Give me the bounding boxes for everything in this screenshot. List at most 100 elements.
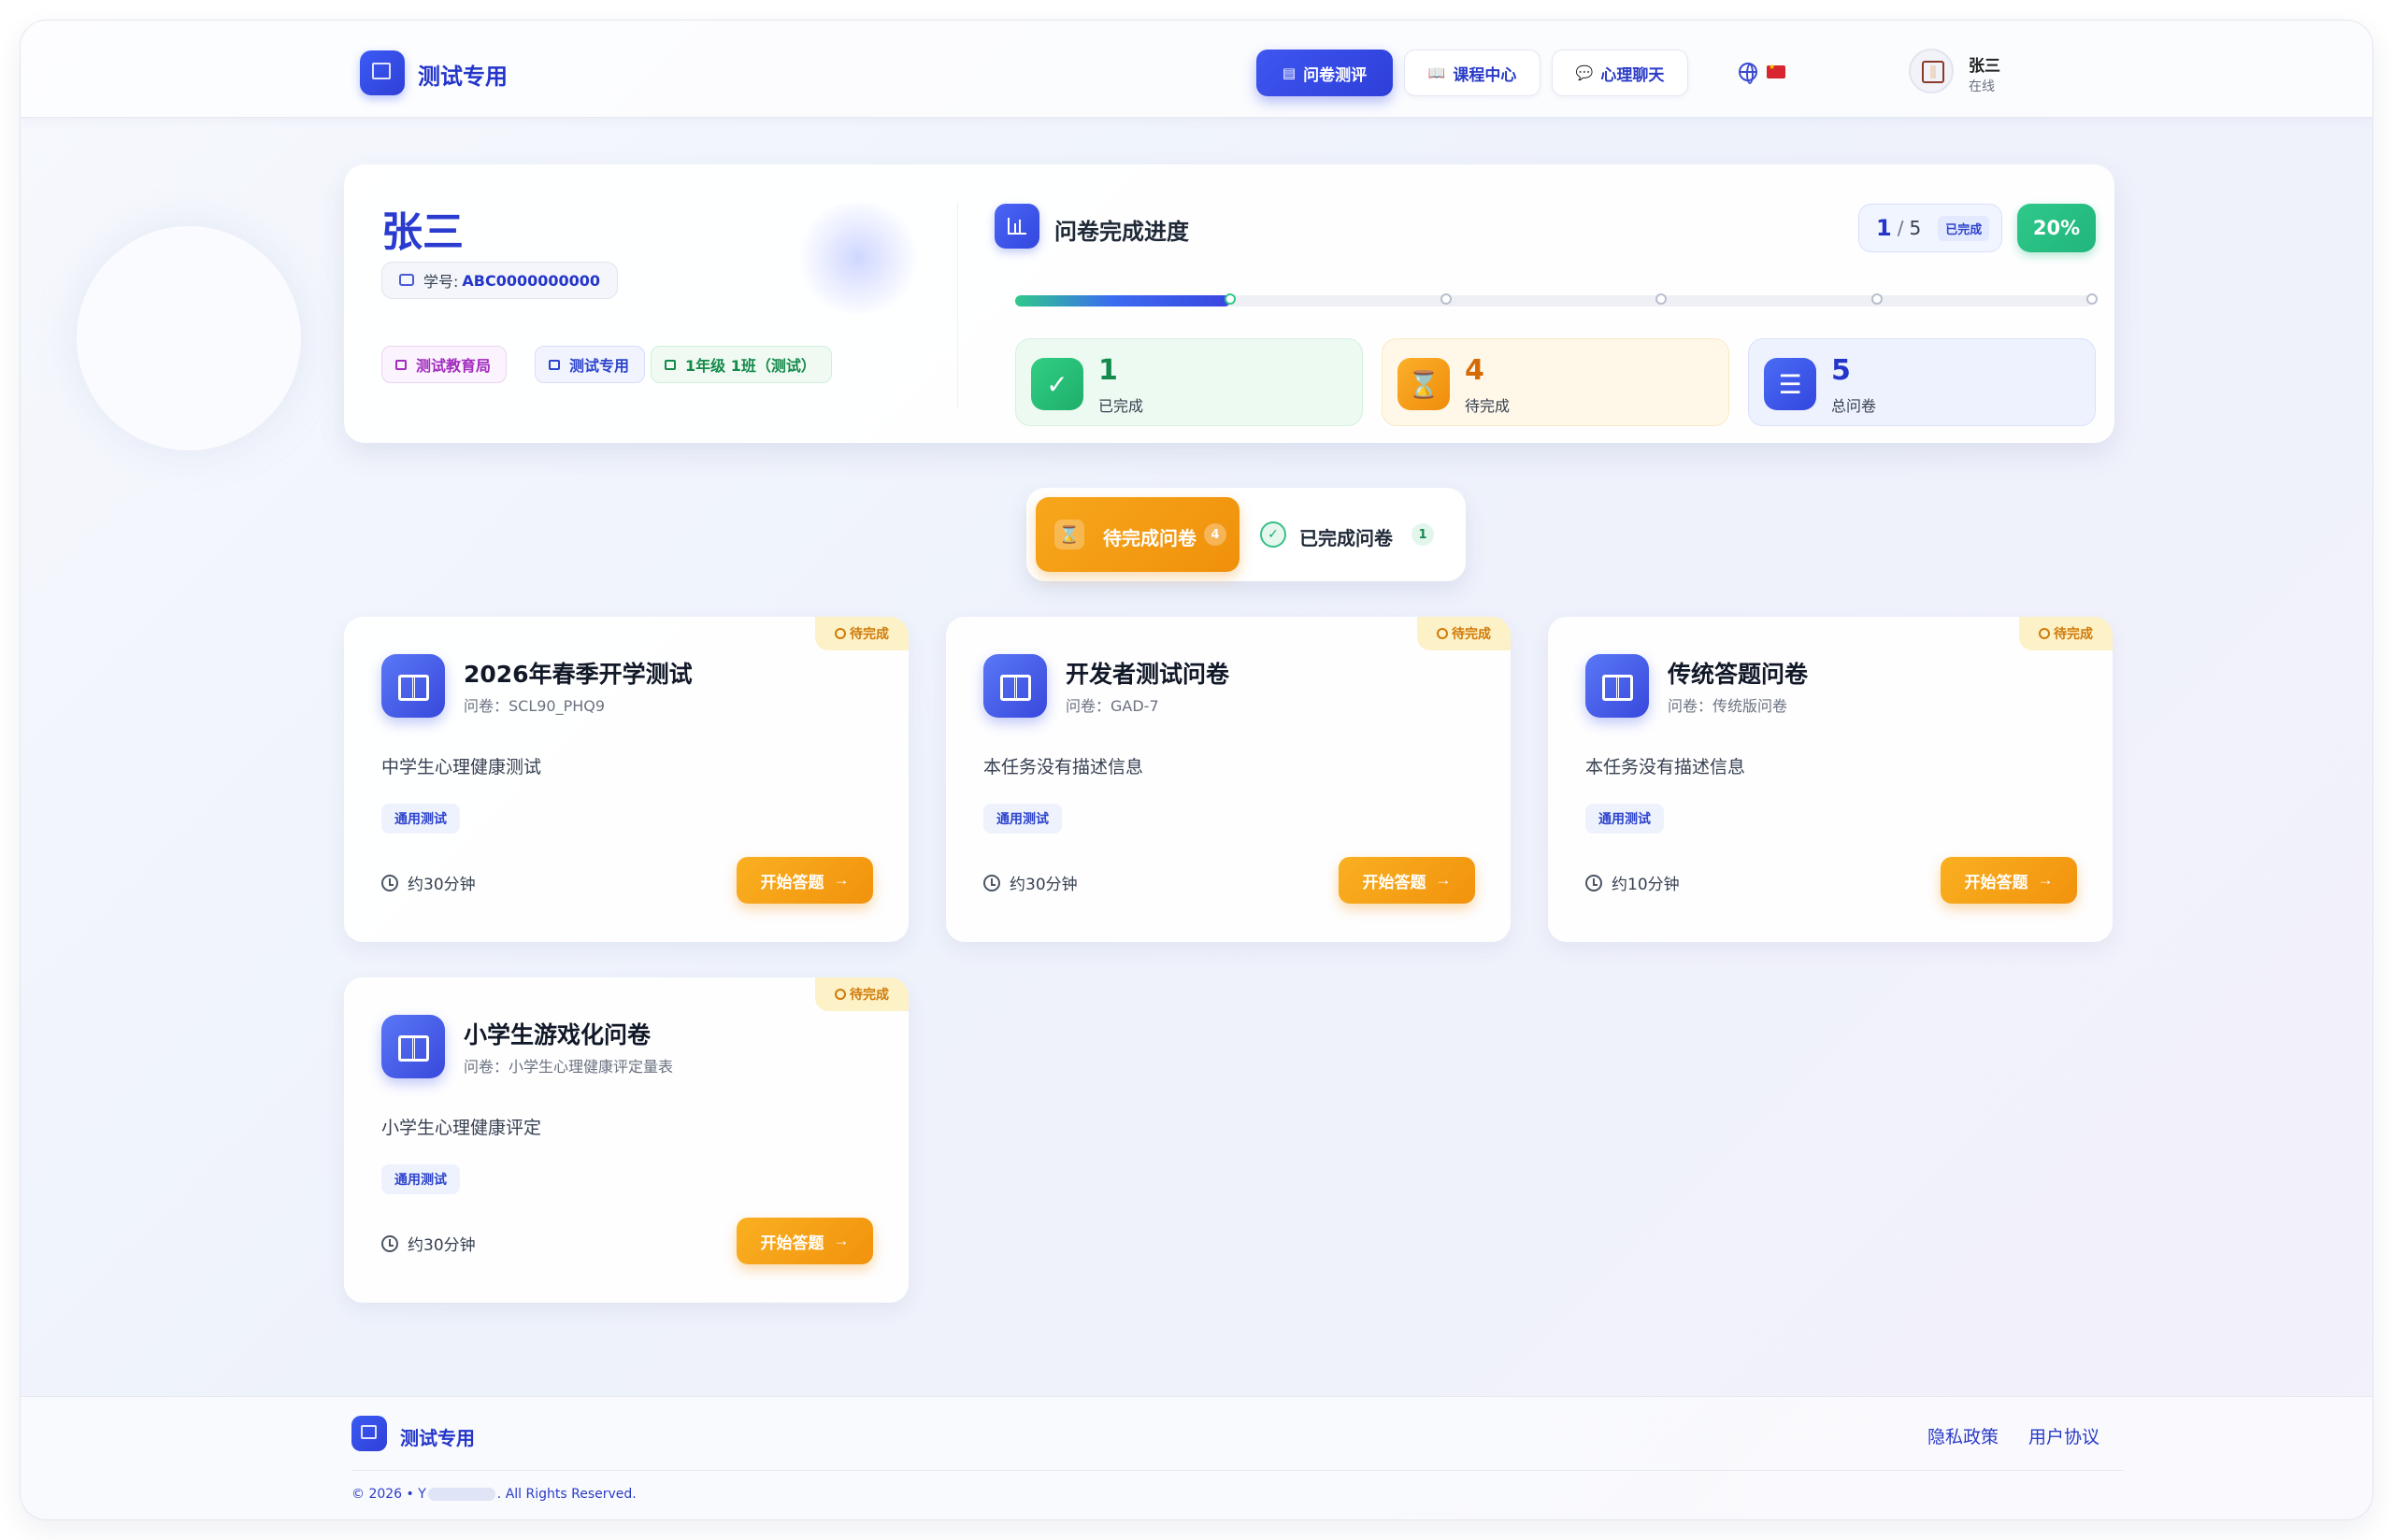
status-badge: 待完成 xyxy=(815,977,909,1011)
status-text: 待完成 xyxy=(850,988,889,1003)
card-title: 小学生游戏化问卷 xyxy=(464,1021,652,1048)
decorative-blob xyxy=(793,202,924,314)
card-duration: 约30分钟 xyxy=(381,1232,476,1255)
card-tag: 通用测试 xyxy=(381,1164,460,1194)
progress-step-marker xyxy=(2086,293,2098,305)
arrow-right-icon: → xyxy=(1435,871,1452,889)
stat-total: ☰ 5 总问卷 xyxy=(1748,338,2096,426)
status-badge: 待完成 xyxy=(1417,617,1511,650)
arrow-right-icon: → xyxy=(833,871,850,889)
tab-completed-label: 已完成问卷 xyxy=(1299,527,1393,549)
redacted-name xyxy=(427,1488,495,1501)
progress-title: 问卷完成进度 xyxy=(1054,219,1189,245)
progress-step-marker xyxy=(1440,293,1452,305)
book-open-icon: 📖 xyxy=(1427,64,1446,81)
status-text: 待完成 xyxy=(2054,627,2093,642)
card-duration: 约10分钟 xyxy=(1585,871,1680,894)
user-agreement-link[interactable]: 用户协议 xyxy=(2028,1423,2099,1448)
survey-card[interactable]: 待完成 传统答题问卷 问卷：传统版问卷 本任务没有描述信息 通用测试 约10分钟… xyxy=(1548,617,2113,942)
card-title: 2026年春季开学测试 xyxy=(464,661,693,688)
card-duration: 约30分钟 xyxy=(381,871,476,894)
card-subtitle: 问卷：GAD-7 xyxy=(1066,697,1159,715)
duration-text: 约30分钟 xyxy=(1010,876,1078,894)
list-check-icon: ☰ xyxy=(1764,358,1816,410)
progress-step-marker xyxy=(1870,293,1883,305)
duration-text: 约30分钟 xyxy=(408,1236,476,1255)
tab-completed-count: 1 xyxy=(1411,523,1434,546)
nav-course-button[interactable]: 📖 课程中心 xyxy=(1404,50,1540,96)
card-title: 传统答题问卷 xyxy=(1668,661,1809,688)
survey-card[interactable]: 待完成 2026年春季开学测试 问卷：SCL90_PHQ9 中学生心理健康测试 … xyxy=(344,617,909,942)
tag-school: 测试专用 xyxy=(535,346,646,383)
start-answer-button[interactable]: 开始答题 → xyxy=(737,857,873,904)
nav-course-label: 课程中心 xyxy=(1453,65,1517,85)
tag-label: 1年级 1班（测试） xyxy=(685,357,816,375)
progress-fill xyxy=(1015,295,1231,307)
survey-card[interactable]: 待完成 开发者测试问卷 问卷：GAD-7 本任务没有描述信息 通用测试 约30分… xyxy=(946,617,1511,942)
student-id-chip: 学号: ABC0000000000 xyxy=(381,262,619,299)
progress-count-chip: 1 / 5 已完成 xyxy=(1858,204,2002,252)
duration-text: 约30分钟 xyxy=(408,876,476,894)
footer-logo-icon[interactable] xyxy=(351,1416,387,1451)
card-tag: 通用测试 xyxy=(381,804,460,834)
top-header: 测试专用 ▤ 问卷测评 📖 课程中心 💬 心理聊天 张三 在线 xyxy=(21,21,2372,118)
status-text: 待完成 xyxy=(1452,627,1491,642)
brand-name[interactable]: 测试专用 xyxy=(418,58,508,91)
book-icon xyxy=(381,654,445,718)
card-description: 中学生心理健康测试 xyxy=(381,757,542,777)
stat-completed: ✓ 1 已完成 xyxy=(1015,338,1363,426)
nav-survey-button[interactable]: ▤ 问卷测评 xyxy=(1256,50,1393,96)
tag-education-bureau: 测试教育局 xyxy=(381,346,508,383)
clock-icon xyxy=(381,1234,398,1252)
check-circle-icon: ✓ xyxy=(1260,521,1286,548)
hourglass-icon: ⌛ xyxy=(1054,520,1084,549)
footer-brand[interactable]: 测试专用 xyxy=(400,1423,475,1450)
start-answer-button[interactable]: 开始答题 → xyxy=(1339,857,1475,904)
card-subtitle: 问卷：SCL90_PHQ9 xyxy=(464,697,606,715)
clipboard-icon: ▤ xyxy=(1282,64,1297,81)
button-label: 开始答题 xyxy=(1362,873,1426,891)
school-icon xyxy=(549,360,560,370)
globe-icon[interactable] xyxy=(1739,63,1757,84)
bar-chart-icon xyxy=(995,204,1039,249)
card-tag: 通用测试 xyxy=(1585,804,1664,834)
nav-chat-button[interactable]: 💬 心理聊天 xyxy=(1552,50,1688,96)
user-avatar[interactable] xyxy=(1909,49,1954,93)
hourglass-icon: ⌛ xyxy=(1397,358,1450,410)
divider xyxy=(957,202,958,407)
student-id-label: 学号: xyxy=(423,273,459,291)
copyright: © 2026 • Y . All Rights Reserved. xyxy=(351,1487,637,1502)
stat-label: 待完成 xyxy=(1465,397,1511,415)
building-icon xyxy=(395,360,407,370)
progress-step-marker xyxy=(1655,293,1668,305)
button-label: 开始答题 xyxy=(1964,873,2028,891)
status-badge: 待完成 xyxy=(2019,617,2113,650)
tag-label: 测试教育局 xyxy=(416,357,492,375)
completed-label: 已完成 xyxy=(1938,215,1990,241)
tag-label: 测试专用 xyxy=(569,357,630,375)
start-answer-button[interactable]: 开始答题 → xyxy=(737,1218,873,1264)
stat-value: 4 xyxy=(1465,354,1484,387)
card-title: 开发者测试问卷 xyxy=(1066,661,1230,688)
book-icon xyxy=(1585,654,1649,718)
brand-logo-icon[interactable] xyxy=(360,50,405,95)
tab-pending[interactable]: ⌛ 待完成问卷 4 xyxy=(1036,497,1239,572)
card-subtitle: 问卷：传统版问卷 xyxy=(1668,697,1788,715)
stat-value: 5 xyxy=(1831,354,1851,387)
tab-completed[interactable]: ✓ 已完成问卷 1 xyxy=(1239,497,1456,572)
user-name: 张三 xyxy=(1969,57,2000,76)
start-answer-button[interactable]: 开始答题 → xyxy=(1941,857,2077,904)
clock-icon xyxy=(381,874,398,891)
card-description: 本任务没有描述信息 xyxy=(983,757,1144,777)
decorative-circle xyxy=(77,226,301,450)
privacy-policy-link[interactable]: 隐私政策 xyxy=(1927,1423,1999,1448)
book-icon xyxy=(983,654,1047,718)
users-icon xyxy=(665,360,676,370)
arrow-right-icon: → xyxy=(2037,871,2054,889)
china-flag-icon[interactable] xyxy=(1767,63,1785,78)
id-card-icon xyxy=(399,274,414,286)
survey-card[interactable]: 待完成 小学生游戏化问卷 问卷：小学生心理健康评定量表 小学生心理健康评定 通用… xyxy=(344,977,909,1303)
clock-icon xyxy=(835,628,846,639)
card-subtitle: 问卷：小学生心理健康评定量表 xyxy=(464,1058,674,1076)
user-status: 在线 xyxy=(1969,79,1995,94)
